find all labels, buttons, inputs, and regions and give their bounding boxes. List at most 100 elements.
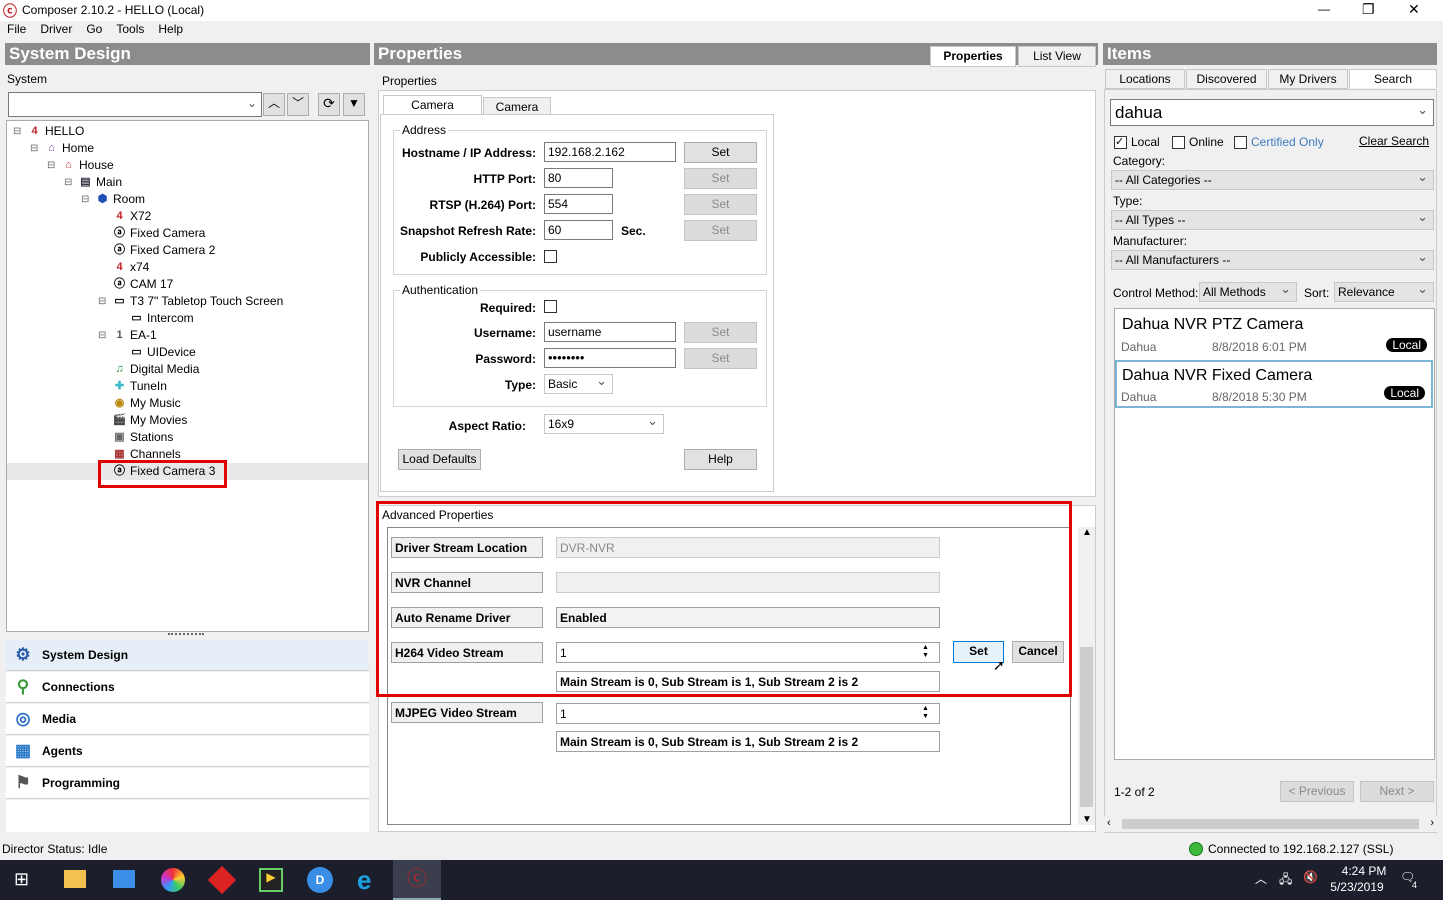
tree-item[interactable]: ▦ Channels — [98, 447, 180, 461]
public-checkbox[interactable] — [544, 250, 557, 263]
tree-item[interactable]: ⊟ ⌂ Home — [30, 141, 94, 155]
collapse-icon[interactable]: ⊟ — [98, 296, 109, 307]
chat-app-icon[interactable]: D — [307, 867, 333, 893]
previous-button[interactable]: < Previous — [1280, 781, 1354, 802]
http-set-button[interactable]: Set — [684, 168, 757, 189]
tree-item[interactable]: ✚ TuneIn — [98, 379, 167, 393]
tree-item[interactable]: 🎬 My Movies — [98, 413, 188, 427]
clear-search-link[interactable]: Clear Search — [1359, 134, 1429, 148]
tree-item[interactable]: ◉ My Music — [98, 396, 181, 410]
type-select[interactable]: -- All Types -- — [1111, 209, 1434, 230]
start-button[interactable]: ⊞ — [14, 869, 29, 890]
filter-icon[interactable]: ▼ — [343, 93, 365, 116]
collapse-icon[interactable]: ⊟ — [30, 143, 41, 154]
nav-agents[interactable]: ▦ Agents — [6, 736, 369, 767]
move-down-button[interactable]: ﹀ — [287, 93, 309, 116]
collapse-icon[interactable]: ⊟ — [47, 160, 58, 171]
aspect-ratio-select[interactable]: 16x9 — [544, 413, 664, 434]
menu-help[interactable]: Help — [158, 22, 183, 40]
app-icon[interactable] — [113, 870, 135, 888]
tab-list-view[interactable]: List View — [1018, 46, 1096, 67]
local-checkbox[interactable]: ✓ — [1114, 136, 1127, 149]
result-item-selected[interactable]: Dahua NVR Fixed Camera Dahua 8/8/2018 5:… — [1115, 360, 1433, 408]
password-input[interactable]: •••••••• — [544, 348, 676, 368]
collapse-icon[interactable]: ⊟ — [13, 126, 24, 137]
tree-item[interactable]: ⊟ ⬢ Room — [81, 192, 145, 206]
tab-discovered[interactable]: Discovered — [1186, 69, 1267, 89]
system-filter-combo[interactable]: ⌄ — [8, 92, 262, 117]
tree-item[interactable]: 4 X72 — [98, 209, 151, 223]
snapshot-set-button[interactable]: Set — [684, 220, 757, 241]
snapshot-rate-input[interactable] — [544, 220, 613, 240]
online-checkbox[interactable] — [1172, 136, 1185, 149]
internet-explorer-icon[interactable]: e — [357, 865, 371, 896]
tab-properties[interactable]: Properties — [930, 46, 1016, 67]
next-button[interactable]: Next > — [1360, 781, 1434, 802]
manufacturer-select[interactable]: -- All Manufacturers -- — [1111, 249, 1434, 270]
collapse-icon[interactable]: ⊟ — [64, 177, 75, 188]
tree-item[interactable]: ▣ Stations — [98, 430, 173, 444]
tree-item[interactable]: ⊟ ▭ T3 7" Tabletop Touch Screen — [98, 294, 283, 308]
hostname-set-button[interactable]: Set — [684, 142, 757, 163]
horizontal-scrollbar[interactable]: ‹ › — [1104, 816, 1437, 832]
tab-my-drivers[interactable]: My Drivers — [1268, 69, 1348, 89]
certified-checkbox[interactable] — [1234, 136, 1247, 149]
help-button[interactable]: Help — [684, 449, 757, 470]
file-explorer-icon[interactable] — [64, 870, 86, 888]
tree-item[interactable]: 4 x74 — [98, 260, 149, 274]
auth-type-select[interactable]: Basic — [544, 373, 613, 394]
network-icon[interactable]: 🖧 — [1279, 870, 1292, 891]
tree-item[interactable]: ♫ Digital Media — [98, 362, 199, 376]
close-button[interactable]: ✕ — [1408, 1, 1420, 18]
username-set-button[interactable]: Set — [684, 322, 757, 343]
nav-connections[interactable]: ⚲ Connections — [6, 672, 369, 703]
menu-tools[interactable]: Tools — [116, 22, 144, 40]
tab-camera-test[interactable]: Camera Test — [483, 97, 551, 132]
driver-search-input[interactable]: dahua ⌄ — [1110, 99, 1434, 126]
clock-date[interactable]: 5/23/2019 — [1327, 880, 1387, 894]
photos-app-icon[interactable] — [161, 868, 185, 892]
move-up-button[interactable]: ︿ — [263, 93, 285, 116]
nav-programming[interactable]: ⚑ Programming — [6, 768, 369, 799]
clock-time[interactable]: 4:24 PM — [1334, 864, 1394, 878]
menu-file[interactable]: File — [7, 22, 26, 40]
maximize-button[interactable]: ❐ — [1362, 1, 1375, 18]
panel-splitter[interactable] — [168, 633, 204, 636]
tab-camera-properties[interactable]: Camera Properties — [383, 95, 482, 130]
http-port-input[interactable] — [544, 168, 613, 188]
result-item[interactable]: Dahua NVR PTZ Camera Dahua 8/8/2018 6:01… — [1115, 310, 1433, 358]
mjpeg-spinner-arrows[interactable]: ▲ ▼ — [922, 705, 929, 721]
scrollbar-thumb[interactable] — [1080, 647, 1093, 807]
refresh-icon[interactable]: ⟳ — [318, 93, 340, 116]
required-checkbox[interactable] — [544, 300, 557, 313]
load-defaults-button[interactable]: Load Defaults — [398, 449, 481, 470]
nav-system-design[interactable]: ⚙ System Design — [6, 640, 369, 671]
scrollbar-thumb[interactable] — [1122, 819, 1419, 829]
tree-item[interactable]: ⓐ Fixed Camera 2 — [98, 243, 215, 257]
sort-select[interactable]: Relevance — [1334, 281, 1434, 302]
tree-item[interactable]: ⊟ ⌂ House — [47, 158, 114, 172]
composer-taskbar-icon[interactable]: ⓒ — [393, 860, 441, 900]
rtsp-port-input[interactable] — [544, 194, 613, 214]
category-select[interactable]: -- All Categories -- — [1111, 169, 1434, 190]
remote-app-icon[interactable] — [207, 865, 237, 895]
tray-chevron-icon[interactable]: ︿ — [1255, 870, 1267, 887]
tab-search[interactable]: Search — [1349, 69, 1437, 88]
volume-icon[interactable]: 🔇 — [1303, 870, 1318, 884]
media-app-icon[interactable]: ▶ — [259, 868, 283, 892]
collapse-icon[interactable]: ⊟ — [81, 194, 92, 205]
tree-item[interactable]: ⓐ Fixed Camera — [98, 226, 205, 240]
tree-item[interactable]: ⊟ 4 HELLO — [13, 124, 84, 138]
password-set-button[interactable]: Set — [684, 348, 757, 369]
hostname-input[interactable] — [544, 142, 676, 162]
tree-item[interactable]: ⊟ ▤ Main — [64, 175, 122, 189]
advanced-scrollbar[interactable]: ▲ ▼ — [1078, 527, 1095, 825]
mjpeg-stream-spinner[interactable]: 1 — [556, 703, 940, 724]
tree-item[interactable]: ⊟ 1 EA-1 — [98, 328, 157, 342]
control-method-select[interactable]: All Methods — [1199, 281, 1297, 302]
rtsp-set-button[interactable]: Set — [684, 194, 757, 215]
tree-item[interactable]: ⓐ CAM 17 — [98, 277, 173, 291]
tab-locations[interactable]: Locations — [1105, 69, 1185, 89]
minimize-button[interactable]: — — [1318, 2, 1330, 16]
collapse-icon[interactable]: ⊟ — [98, 330, 109, 341]
